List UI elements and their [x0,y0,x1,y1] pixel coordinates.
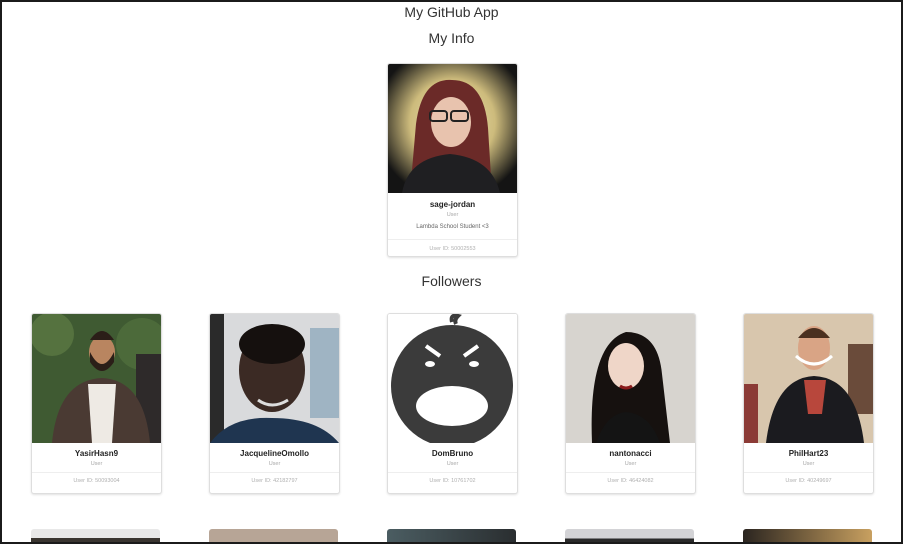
follower-card: YasirHasn9 User User ID: 50093004 [31,313,162,494]
follower-login: JacquelineOmollo [240,449,309,458]
follower-login: nantonacci [609,449,652,458]
follower-type: User [802,461,815,467]
my-info-heading: My Info [428,30,475,46]
follower-card-partial [743,529,872,542]
follower-card: DomBruno User User ID: 10761702 [387,313,518,494]
follower-card: JacquelineOmollo User User ID: 42182797 [209,313,340,494]
follower-login: DomBruno [431,449,474,458]
avatar [744,314,873,443]
avatar [32,314,161,443]
app-title: My GitHub App [404,4,499,20]
follower-card-partial [387,529,516,542]
app-window: My GitHub App My Info sage-jordan User L… [0,0,903,544]
user-login: sage-jordan [429,200,476,209]
followers-heading: Followers [421,273,482,289]
follower-card-partial [31,529,160,542]
user-bio: Lambda School Student <3 [416,224,489,230]
avatar [388,64,517,193]
avatar [210,314,339,443]
follower-user-id: User ID: 40249697 [744,472,873,490]
follower-user-id: User ID: 50093004 [32,472,161,490]
follower-card: PhilHart23 User User ID: 40249697 [743,313,874,494]
user-type: User [446,212,459,218]
my-info-card: sage-jordan User Lambda School Student <… [387,63,518,257]
follower-type: User [268,461,281,467]
follower-type: User [624,461,637,467]
follower-login: PhilHart23 [788,449,829,458]
follower-card-partial [565,529,694,542]
follower-user-id: User ID: 46424082 [566,472,695,490]
user-id: User ID: 50002553 [388,239,517,256]
follower-type: User [446,461,459,467]
follower-user-id: User ID: 42182797 [210,472,339,490]
avatar [566,314,695,443]
follower-login: YasirHasn9 [74,449,119,458]
follower-card-partial [209,529,338,542]
avatar [388,314,517,443]
follower-user-id: User ID: 10761702 [388,472,517,490]
follower-card: nantonacci User User ID: 46424082 [565,313,696,494]
follower-type: User [90,461,103,467]
